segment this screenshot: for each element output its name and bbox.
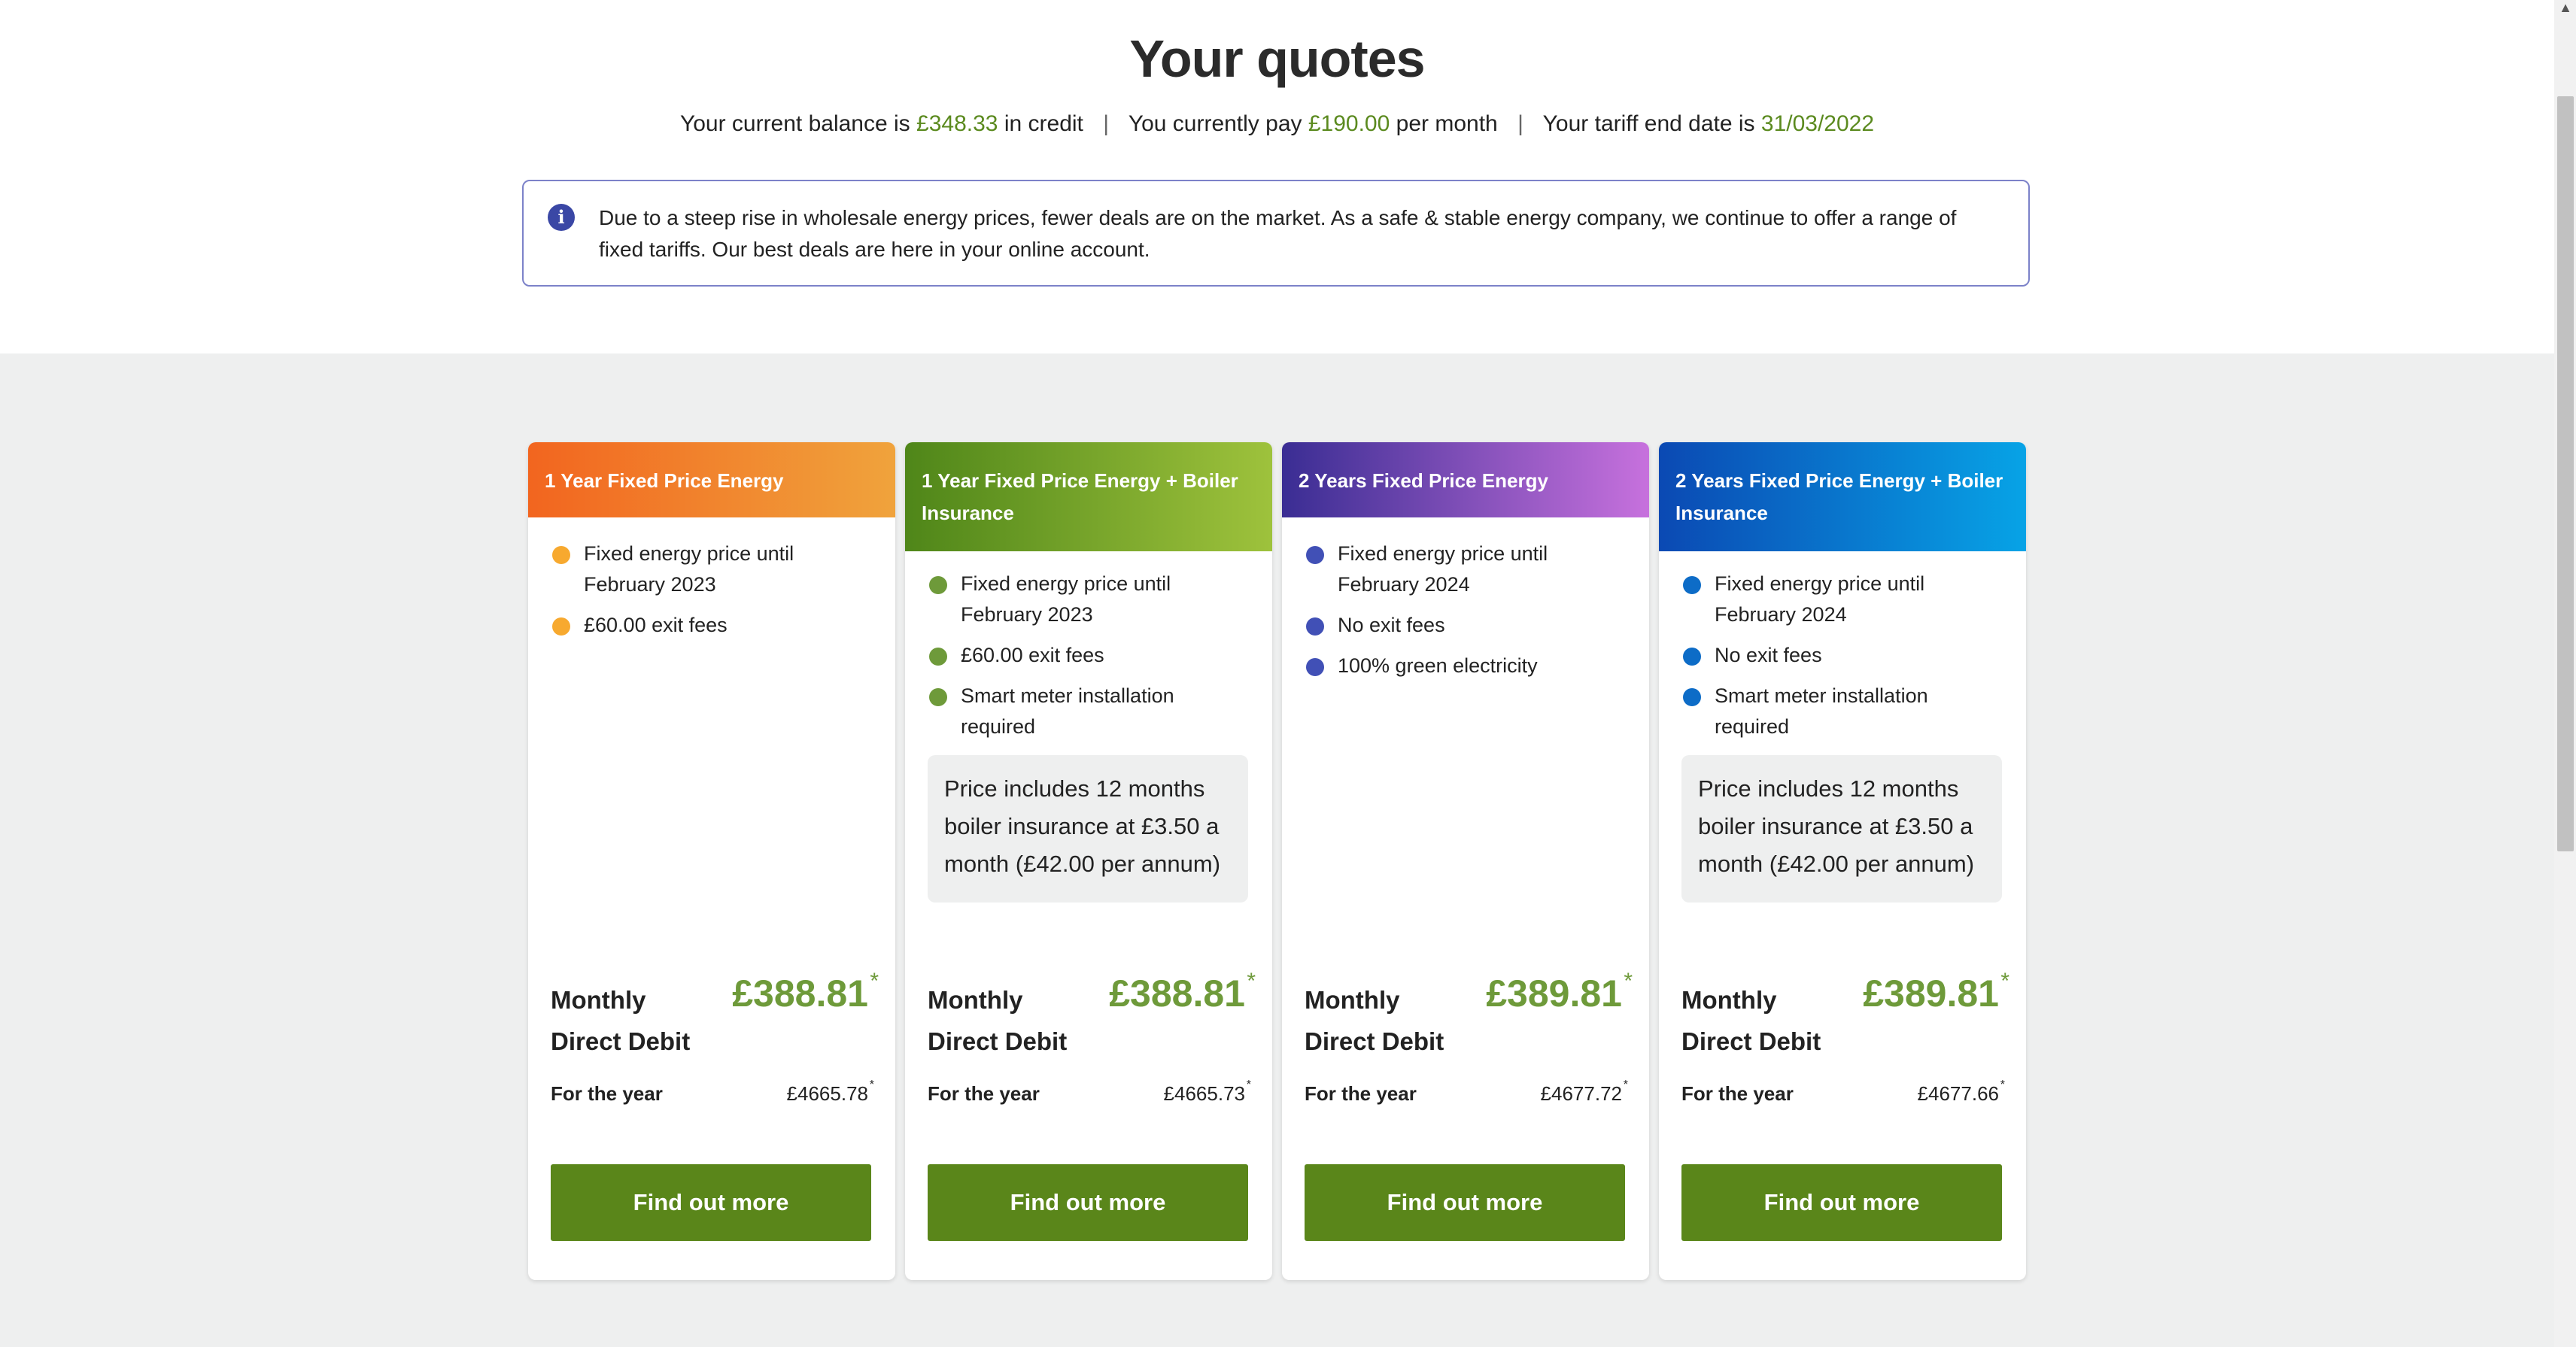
year-asterisk: * (1623, 1079, 1628, 1091)
find-out-more-button[interactable]: Find out more (1305, 1164, 1625, 1241)
bullet-dot-icon (1683, 648, 1701, 666)
feature-text: Fixed energy price until February 2023 (961, 572, 1171, 626)
year-asterisk: * (1246, 1079, 1251, 1091)
feature-item: Smart meter installation required (1681, 681, 2005, 742)
balance-suffix: in credit (1004, 111, 1083, 136)
feature-item: Fixed energy price until February 2024 (1681, 569, 2005, 630)
feature-list: Fixed energy price until February 2024 N… (1305, 538, 1628, 691)
balance-value: £348.33 (916, 111, 998, 136)
page-header: Your quotes Your current balance is £348… (0, 0, 2554, 353)
year-label: For the year (928, 1082, 1040, 1105)
find-out-more-button[interactable]: Find out more (928, 1164, 1248, 1241)
monthly-label: Monthly Direct Debit (1681, 986, 1821, 1055)
quotes-section (0, 353, 2554, 1347)
bullet-dot-icon (1306, 617, 1324, 636)
feature-text: 100% green electricity (1338, 654, 1538, 677)
account-summary: Your current balance is £348.33 in credi… (0, 111, 2554, 137)
year-asterisk: * (869, 1079, 874, 1091)
bullet-dot-icon (929, 688, 947, 706)
scroll-up-icon[interactable]: ▲ (2558, 0, 2573, 15)
year-price: £4665.78 (786, 1082, 868, 1105)
quote-card-2yr-energy: 2 Years Fixed Price Energy Fixed energy … (1282, 442, 1649, 1280)
monthly-price: £389.81 (1863, 972, 1999, 1015)
price-asterisk: * (1247, 969, 1256, 994)
feature-item: Fixed energy price until February 2023 (928, 569, 1251, 630)
feature-item: 100% green electricity (1305, 651, 1628, 681)
quote-title: 1 Year Fixed Price Energy + Boiler Insur… (905, 442, 1272, 551)
bullet-dot-icon (1683, 576, 1701, 594)
year-label: For the year (1681, 1082, 1794, 1105)
bullet-dot-icon (552, 546, 570, 564)
monthly-label: Monthly Direct Debit (928, 986, 1068, 1055)
info-icon: i (548, 204, 575, 231)
boiler-insurance-note: Price includes 12 months boiler insuranc… (1681, 755, 2002, 903)
quote-title: 2 Years Fixed Price Energy + Boiler Insu… (1659, 442, 2026, 551)
bullet-dot-icon (1306, 546, 1324, 564)
monthly-price: £388.81 (732, 972, 868, 1015)
year-label: For the year (1305, 1082, 1417, 1105)
feature-text: £60.00 exit fees (961, 644, 1104, 666)
feature-list: Fixed energy price until February 2023 £… (928, 569, 1251, 752)
feature-item: No exit fees (1305, 610, 1628, 641)
feature-text: Smart meter installation required (961, 684, 1174, 738)
price-asterisk: * (870, 969, 879, 994)
bullet-dot-icon (1306, 658, 1324, 676)
year-label: For the year (551, 1082, 663, 1105)
tariff-prefix: Your tariff end date is (1542, 111, 1755, 136)
notice-box: i Due to a steep rise in wholesale energ… (522, 180, 2030, 287)
feature-item: £60.00 exit fees (928, 640, 1251, 671)
feature-item: Fixed energy price until February 2024 (1305, 538, 1628, 600)
year-price: £4665.73 (1163, 1082, 1245, 1105)
balance-prefix: Your current balance is (679, 111, 910, 136)
pay-suffix: per month (1396, 111, 1498, 136)
feature-text: No exit fees (1338, 614, 1445, 636)
feature-text: No exit fees (1715, 644, 1822, 666)
feature-item: £60.00 exit fees (551, 610, 874, 641)
year-price: £4677.66 (1917, 1082, 1999, 1105)
feature-list: Fixed energy price until February 2024 N… (1681, 569, 2005, 752)
feature-item: Fixed energy price until February 2023 (551, 538, 874, 600)
page-title: Your quotes (1129, 29, 1425, 88)
bullet-dot-icon (929, 576, 947, 594)
summary-separator: | (1517, 111, 1523, 136)
feature-text: Fixed energy price until February 2024 (1338, 542, 1548, 596)
pay-prefix: You currently pay (1128, 111, 1302, 136)
find-out-more-button[interactable]: Find out more (1681, 1164, 2002, 1241)
feature-item: No exit fees (1681, 640, 2005, 671)
boiler-insurance-note: Price includes 12 months boiler insuranc… (928, 755, 1248, 903)
monthly-price: £388.81 (1109, 972, 1245, 1015)
tariff-end-date: 31/03/2022 (1760, 111, 1875, 136)
find-out-more-button[interactable]: Find out more (551, 1164, 871, 1241)
summary-separator: | (1103, 111, 1110, 136)
feature-text: £60.00 exit fees (584, 614, 728, 636)
vertical-scrollbar[interactable]: ▲ (2554, 0, 2576, 1347)
feature-text: Smart meter installation required (1715, 684, 1928, 738)
notice-text: Due to a steep rise in wholesale energy … (599, 206, 1957, 261)
year-price: £4677.72 (1540, 1082, 1622, 1105)
scrollbar-thumb[interactable] (2557, 96, 2574, 851)
monthly-label: Monthly Direct Debit (1305, 986, 1444, 1055)
price-asterisk: * (1624, 969, 1633, 994)
bullet-dot-icon (1683, 688, 1701, 706)
monthly-price: £389.81 (1486, 972, 1622, 1015)
feature-item: Smart meter installation required (928, 681, 1251, 742)
feature-list: Fixed energy price until February 2023 £… (551, 538, 874, 651)
price-asterisk: * (2000, 969, 2009, 994)
quote-card-1yr-energy-boiler: 1 Year Fixed Price Energy + Boiler Insur… (905, 442, 1272, 1280)
quote-card-1yr-energy: 1 Year Fixed Price Energy Fixed energy p… (528, 442, 895, 1280)
feature-text: Fixed energy price until February 2024 (1715, 572, 1925, 626)
monthly-label: Monthly Direct Debit (551, 986, 691, 1055)
quote-title: 1 Year Fixed Price Energy (528, 442, 895, 517)
pay-value: £190.00 (1308, 111, 1390, 136)
quote-title: 2 Years Fixed Price Energy (1282, 442, 1649, 517)
year-asterisk: * (2000, 1079, 2005, 1091)
bullet-dot-icon (929, 648, 947, 666)
bullet-dot-icon (552, 617, 570, 636)
feature-text: Fixed energy price until February 2023 (584, 542, 794, 596)
quote-card-2yr-energy-boiler: 2 Years Fixed Price Energy + Boiler Insu… (1659, 442, 2026, 1280)
